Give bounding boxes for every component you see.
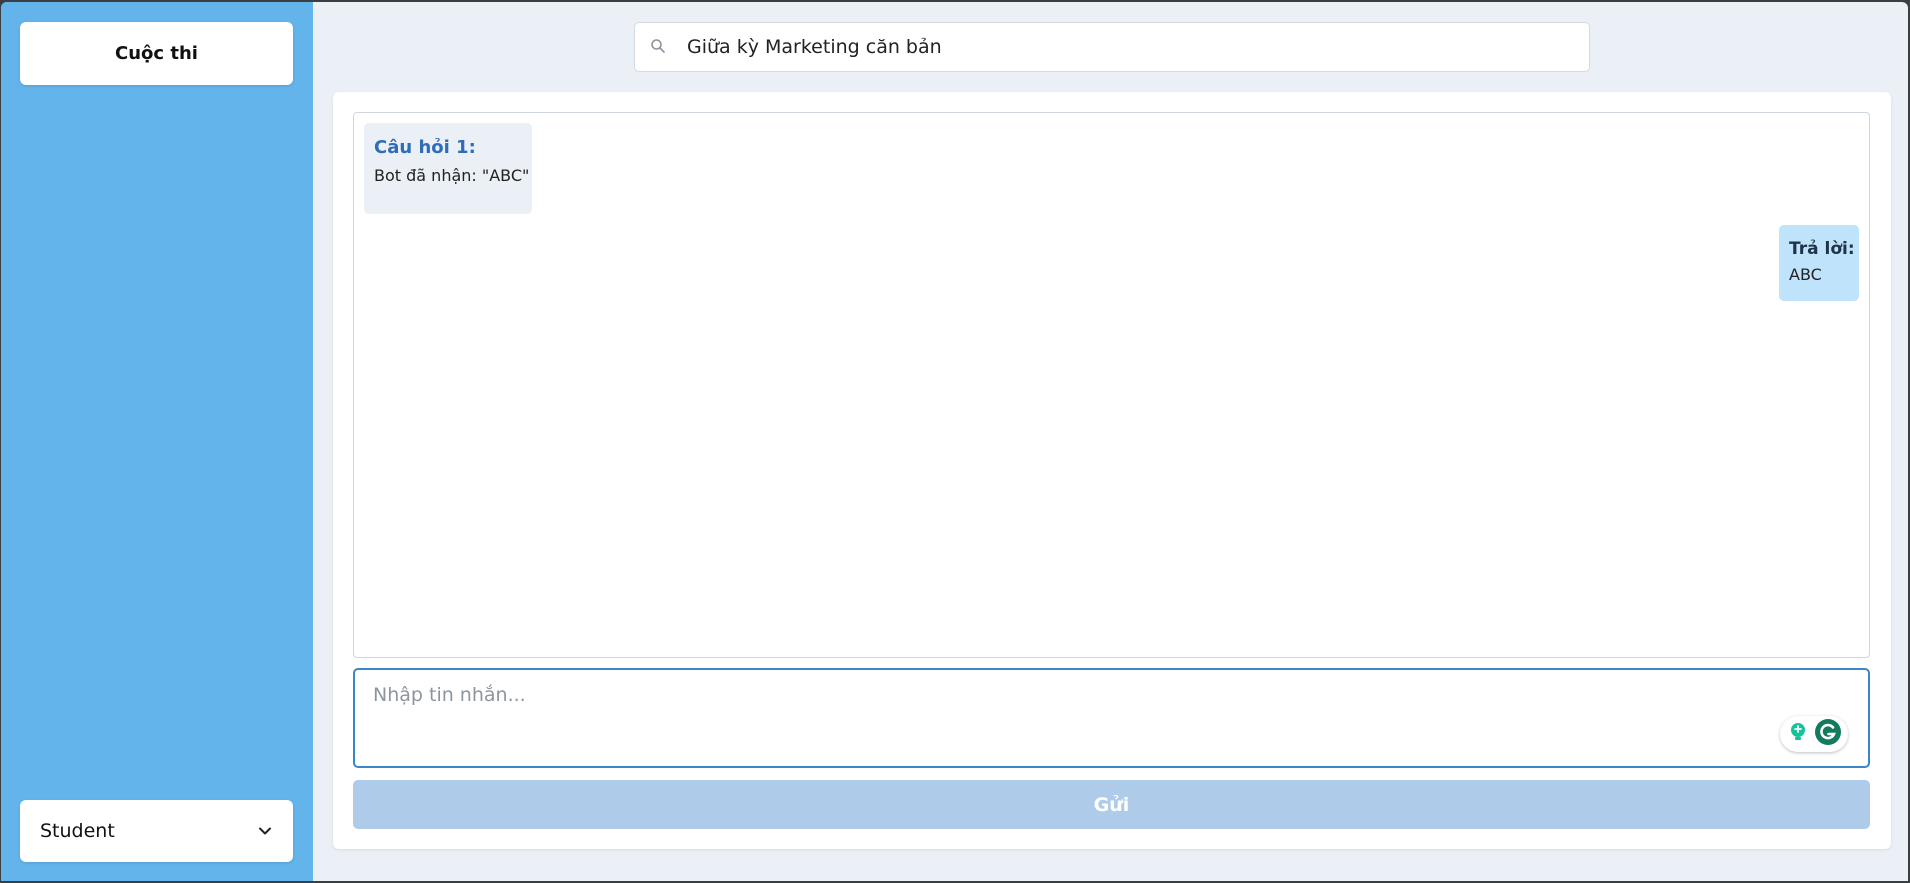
grammarly-widget[interactable] — [1780, 716, 1848, 752]
bot-message: Câu hỏi 1: Bot đã nhận: "ABC" — [364, 123, 532, 214]
sidebar: Cuộc thi Student — [1, 2, 313, 881]
browser-window: Cuộc thi Student Giữa kỳ Marketing căn b… — [0, 0, 1910, 883]
role-select[interactable]: Student — [20, 800, 293, 862]
send-button[interactable]: Gửi — [353, 780, 1870, 829]
search-bar[interactable] — [634, 22, 1590, 72]
chevron-down-icon — [257, 823, 273, 839]
chat-history[interactable]: Câu hỏi 1: Bot đã nhận: "ABC" Trả lời: A… — [353, 112, 1870, 658]
message-input[interactable] — [355, 670, 1868, 766]
send-button-label: Gửi — [1093, 793, 1130, 816]
bot-message-text: Bot đã nhận: "ABC" — [374, 166, 530, 185]
contest-button-label: Cuộc thi — [115, 43, 198, 64]
app-container: Cuộc thi Student Giữa kỳ Marketing căn b… — [1, 2, 1908, 881]
search-icon — [650, 38, 668, 56]
search-input[interactable] — [685, 26, 1589, 68]
user-message-text: ABC — [1789, 265, 1822, 284]
user-message: Trả lời: ABC — [1779, 225, 1859, 301]
question-title: Câu hỏi 1: — [374, 137, 476, 158]
chat-panel: Câu hỏi 1: Bot đã nhận: "ABC" Trả lời: A… — [333, 92, 1891, 849]
role-select-value: Student — [40, 820, 115, 842]
answer-title: Trả lời: — [1789, 239, 1855, 259]
grammarly-icon[interactable] — [1814, 718, 1842, 750]
contest-button[interactable]: Cuộc thi — [20, 22, 293, 85]
message-composer — [353, 668, 1870, 768]
lightbulb-icon[interactable] — [1786, 720, 1810, 748]
